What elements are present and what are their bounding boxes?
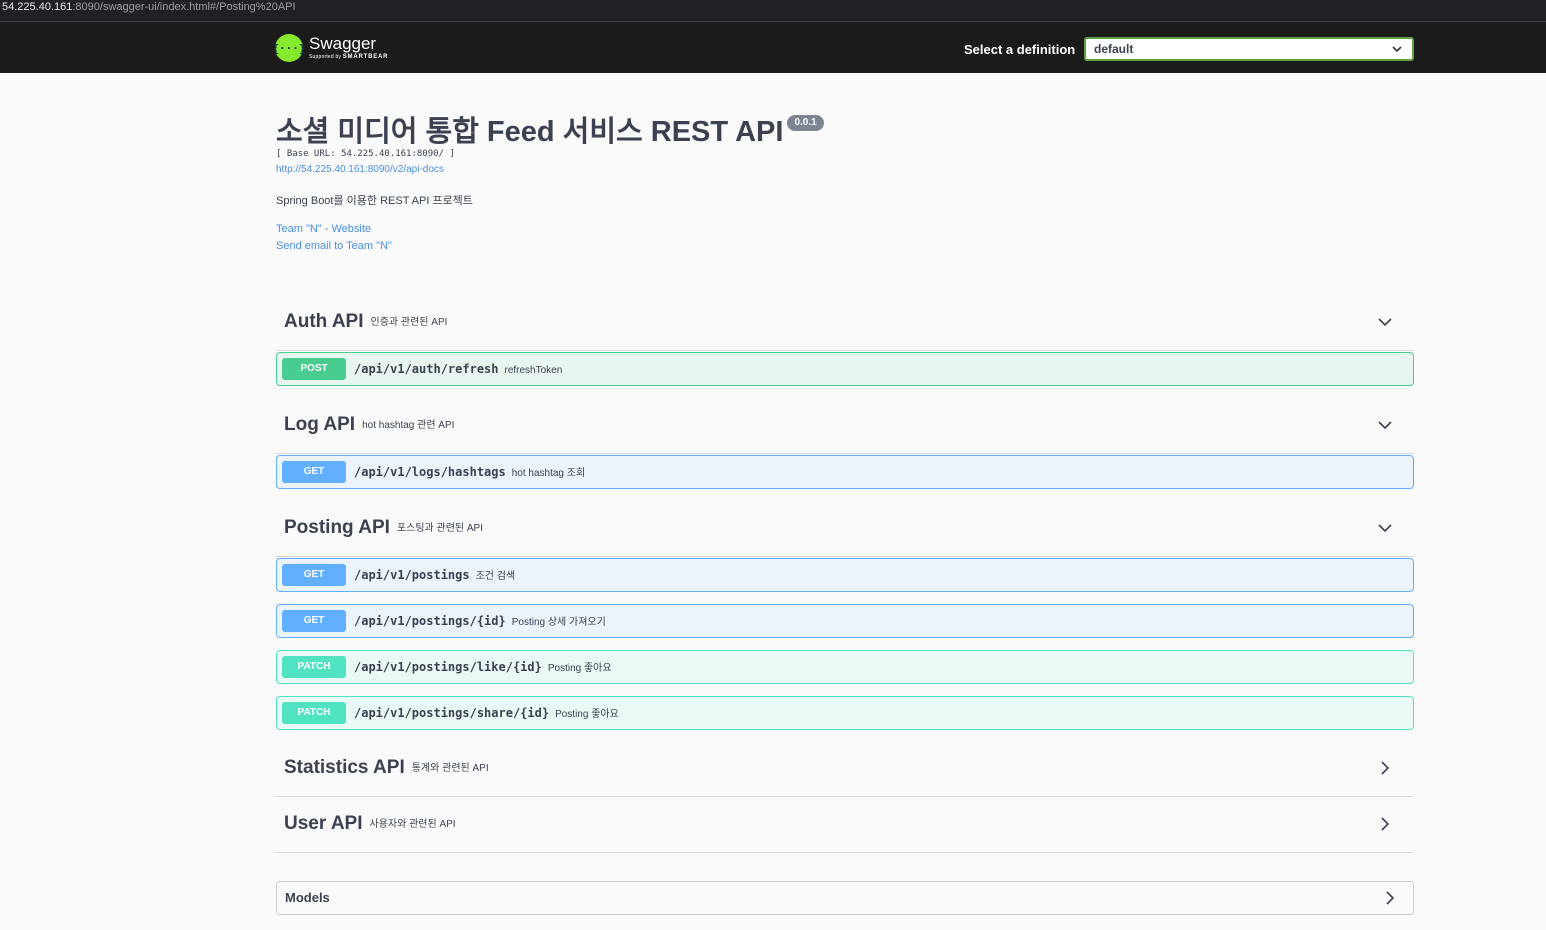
tag-user-api[interactable]: User API 사용자와 관련된 API	[276, 795, 1414, 853]
tag-description: 포스팅과 관련된 API	[396, 523, 483, 534]
url-host: 54.225.40.161	[2, 1, 73, 13]
tag-title: Log API hot hashtag 관련 API	[284, 396, 454, 454]
api-title: 소셜 미디어 통합 Feed 서비스 REST API	[276, 116, 784, 148]
operation-patch-posting-like[interactable]: PATCH /api/v1/postings/like/{id} Posting …	[276, 650, 1414, 684]
method-badge: PATCH	[282, 656, 346, 678]
operation-path: /api/v1/postings/{id} Posting 상세 가져오기	[354, 605, 606, 637]
topbar: {···} Swagger Supported by SMARTBEAR Sel…	[0, 22, 1546, 73]
operation-summary: 조건 검색	[475, 571, 516, 582]
method-badge: POST	[282, 358, 346, 380]
api-info: 소셜 미디어 통합 Feed 서비스 REST API 0.0.1 [ Base…	[276, 112, 976, 255]
tag-name: User API	[284, 813, 363, 834]
browser-url-bar[interactable]: 54.225.40.161:8090/swagger-ui/index.html…	[0, 0, 1546, 22]
swagger-logo-sub: Supported by SMARTBEAR	[309, 54, 388, 61]
operation-get-logs-hashtags[interactable]: GET /api/v1/logs/hashtags hot hashtag 조회	[276, 455, 1414, 489]
tag-auth-api[interactable]: Auth API 인증과 관련된 API	[276, 293, 1414, 351]
chevron-down-icon	[1378, 524, 1392, 533]
path-text: /api/v1/postings/like/{id}	[354, 660, 542, 674]
path-text: /api/v1/logs/hashtags	[354, 465, 506, 479]
email-link[interactable]: Send email to Team "N"	[276, 238, 976, 255]
chevron-right-icon	[1386, 891, 1395, 905]
path-text: /api/v1/postings/{id}	[354, 614, 506, 628]
tag-title: Posting API 포스팅과 관련된 API	[284, 499, 483, 557]
operation-summary: refreshToken	[504, 365, 563, 376]
chevron-down-icon	[1378, 318, 1392, 327]
tag-title: Statistics API 통계와 관련된 API	[284, 739, 489, 797]
page-title: 소셜 미디어 통합 Feed 서비스 REST API 0.0.1	[276, 112, 976, 152]
operation-summary: Posting 좋아요	[547, 663, 612, 674]
tag-name: Log API	[284, 414, 356, 435]
operation-summary: Posting 좋아요	[555, 709, 619, 720]
swagger-logo-icon: {···}	[272, 34, 306, 62]
chevron-right-icon	[1381, 817, 1390, 831]
operation-path: /api/v1/postings 조건 검색	[354, 559, 515, 591]
url-path: :8090/swagger-ui/index.html#/Posting%20A…	[72, 1, 296, 13]
tag-posting-api[interactable]: Posting API 포스팅과 관련된 API	[276, 499, 1414, 557]
swagger-logo-name: Swagger	[309, 34, 377, 53]
path-text: /api/v1/postings/share/{id}	[354, 706, 550, 720]
operation-get-postings[interactable]: GET /api/v1/postings 조건 검색	[276, 558, 1414, 592]
definition-select-value: default	[1094, 42, 1134, 56]
operation-summary: hot hashtag 조회	[511, 468, 586, 479]
operation-patch-posting-share[interactable]: PATCH /api/v1/postings/share/{id} Posting…	[276, 696, 1414, 730]
definition-label: Select a definition	[964, 42, 1076, 57]
tag-name: Statistics API	[284, 757, 405, 778]
method-badge: GET	[282, 564, 346, 586]
tag-description: 통계와 관련된 API	[411, 763, 489, 774]
api-docs-link[interactable]: http://54.225.40.161:8090/v2/api-docs	[276, 164, 976, 176]
method-badge: PATCH	[282, 702, 346, 724]
chevron-right-icon	[1381, 761, 1390, 775]
tag-name: Auth API	[284, 311, 364, 332]
logo-sub-brand: SMARTBEAR	[342, 54, 389, 60]
tag-title: User API 사용자와 관련된 API	[284, 795, 456, 853]
method-badge: GET	[282, 610, 346, 632]
tag-title: Auth API 인증과 관련된 API	[284, 293, 447, 351]
operation-path: /api/v1/postings/like/{id} Posting 좋아요	[354, 651, 612, 683]
operation-path: /api/v1/auth/refresh refreshToken	[354, 353, 562, 385]
operation-path: /api/v1/logs/hashtags hot hashtag 조회	[354, 456, 585, 488]
swagger-logo[interactable]: {···} Swagger Supported by SMARTBEAR	[272, 33, 388, 63]
tag-log-api[interactable]: Log API hot hashtag 관련 API	[276, 396, 1414, 454]
models-title: Models	[285, 890, 330, 905]
method-badge: GET	[282, 461, 346, 483]
tag-name: Posting API	[284, 517, 390, 538]
tag-description: hot hashtag 관련 API	[362, 420, 455, 431]
operation-post-auth-refresh[interactable]: POST /api/v1/auth/refresh refreshToken	[276, 352, 1414, 386]
chevron-down-icon	[1378, 421, 1392, 430]
logo-sub-prefix: Supported by	[309, 54, 343, 60]
models-section[interactable]: Models	[276, 881, 1414, 915]
definition-select[interactable]: default	[1084, 37, 1414, 61]
version-badge: 0.0.1	[787, 115, 824, 131]
path-text: /api/v1/postings	[354, 568, 470, 582]
tag-description: 인증과 관련된 API	[370, 317, 448, 328]
path-text: /api/v1/auth/refresh	[354, 362, 499, 376]
tag-description: 사용자와 관련된 API	[369, 819, 456, 830]
operation-get-posting-by-id[interactable]: GET /api/v1/postings/{id} Posting 상세 가져오기	[276, 604, 1414, 638]
operation-summary: Posting 상세 가져오기	[511, 617, 606, 628]
website-link[interactable]: Team "N" - Website	[276, 221, 976, 238]
api-description: Spring Boot를 이용한 REST API 프로젝트	[276, 195, 473, 207]
tag-statistics-api[interactable]: Statistics API 통계와 관련된 API	[276, 739, 1414, 797]
operation-path: /api/v1/postings/share/{id} Posting 좋아요	[354, 697, 619, 729]
chevron-down-icon	[1392, 39, 1402, 67]
